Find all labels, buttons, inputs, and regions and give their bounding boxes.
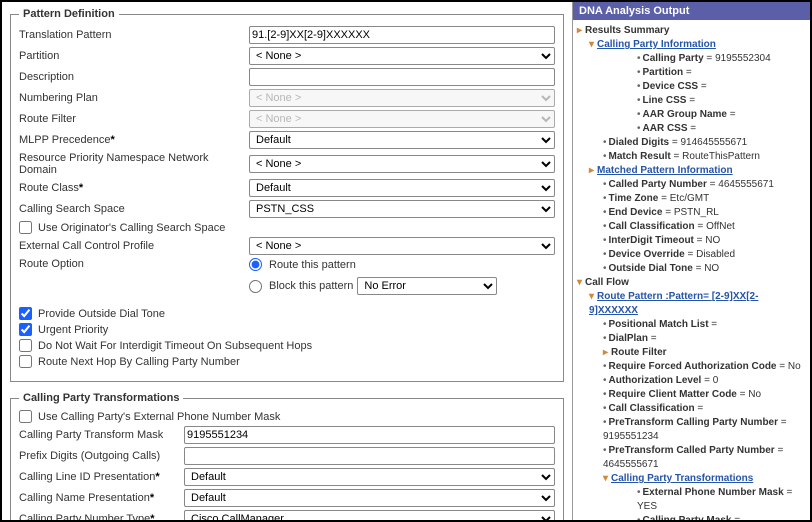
twisty-icon[interactable]: ▸: [603, 346, 611, 360]
matched-pattern-info-title[interactable]: Matched Pattern Information: [597, 165, 733, 176]
name-pres-label: Calling Name Presentation: [19, 492, 154, 504]
calling-party-transform-fieldset: Calling Party Transformations Use Callin…: [10, 392, 564, 520]
numbering-plan-select: < None >: [249, 89, 555, 107]
prefix-digits-label: Prefix Digits (Outgoing Calls): [19, 450, 184, 462]
twisty-icon[interactable]: ▾: [577, 276, 585, 290]
rpnd-select[interactable]: < None >: [249, 155, 555, 173]
route-class-select[interactable]: Default: [249, 179, 555, 197]
block-this-pattern-label: Block this pattern: [269, 280, 353, 292]
partition-select[interactable]: < None >: [249, 47, 555, 65]
description-input[interactable]: [249, 68, 555, 86]
calling-party-transform-legend: Calling Party Transformations: [19, 392, 183, 404]
name-pres-select[interactable]: Default: [184, 489, 555, 507]
cpt-sec-title[interactable]: Calling Party Transformations: [611, 473, 753, 484]
line-id-pres-label: Calling Line ID Presentation: [19, 471, 160, 483]
twisty-icon[interactable]: ▸: [577, 24, 585, 38]
block-this-pattern-radio[interactable]: [249, 280, 262, 293]
route-option-label: Route Option: [19, 258, 249, 270]
no-wait-interdigit-checkbox[interactable]: [19, 339, 32, 352]
translation-pattern-input[interactable]: [249, 26, 555, 44]
description-label: Description: [19, 71, 249, 83]
pattern-definition-legend: Pattern Definition: [19, 8, 119, 20]
call-flow-title: Call Flow: [585, 277, 629, 288]
number-type-label: Calling Party Number Type: [19, 513, 155, 520]
urgent-priority-label: Urgent Priority: [38, 324, 108, 336]
route-class-label: Route Class: [19, 182, 83, 194]
route-next-hop-label: Route Next Hop By Calling Party Number: [38, 356, 240, 368]
no-wait-interdigit-label: Do Not Wait For Interdigit Timeout On Su…: [38, 340, 312, 352]
provide-dial-tone-label: Provide Outside Dial Tone: [38, 308, 165, 320]
config-panel: Pattern Definition Translation Pattern P…: [2, 2, 572, 520]
dna-analysis-panel: DNA Analysis Output ▸Results Summary ▾Ca…: [572, 2, 810, 520]
route-this-pattern-label: Route this pattern: [269, 259, 356, 271]
twisty-icon[interactable]: ▾: [603, 472, 611, 486]
number-type-select[interactable]: Cisco CallManager: [184, 510, 555, 520]
pattern-definition-fieldset: Pattern Definition Translation Pattern P…: [10, 8, 564, 382]
use-orig-css-label: Use Originator's Calling Search Space: [38, 222, 225, 234]
use-orig-css-checkbox[interactable]: [19, 221, 32, 234]
twisty-icon[interactable]: ▾: [589, 290, 597, 304]
numbering-plan-label: Numbering Plan: [19, 92, 249, 104]
transform-mask-input[interactable]: [184, 426, 555, 444]
dna-body: ▸Results Summary ▾Calling Party Informat…: [573, 20, 810, 520]
route-filter-label: Route Filter: [19, 113, 249, 125]
results-summary-title: Results Summary: [585, 25, 669, 36]
css-select[interactable]: PSTN_CSS: [249, 200, 555, 218]
ext-call-ctrl-label: External Call Control Profile: [19, 240, 249, 252]
route-this-pattern-radio[interactable]: [249, 258, 262, 271]
partition-label: Partition: [19, 50, 249, 62]
use-ext-mask-checkbox[interactable]: [19, 410, 32, 423]
ext-call-ctrl-select[interactable]: < None >: [249, 237, 555, 255]
mlpp-select[interactable]: Default: [249, 131, 555, 149]
line-id-pres-select[interactable]: Default: [184, 468, 555, 486]
provide-dial-tone-checkbox[interactable]: [19, 307, 32, 320]
twisty-icon[interactable]: ▾: [589, 38, 597, 52]
prefix-digits-input[interactable]: [184, 447, 555, 465]
route-filter-select: < None >: [249, 110, 555, 128]
rpnd-label: Resource Priority Namespace Network Doma…: [19, 152, 249, 176]
mlpp-label: MLPP Precedence: [19, 134, 115, 146]
twisty-icon[interactable]: ▸: [589, 164, 597, 178]
calling-party-info-title[interactable]: Calling Party Information: [597, 39, 716, 50]
transform-mask-label: Calling Party Transform Mask: [19, 429, 184, 441]
urgent-priority-checkbox[interactable]: [19, 323, 32, 336]
route-next-hop-checkbox[interactable]: [19, 355, 32, 368]
css-label: Calling Search Space: [19, 203, 249, 215]
dna-header: DNA Analysis Output: [573, 2, 810, 20]
route-filter-sec-title: Route Filter: [611, 347, 667, 358]
use-ext-mask-label: Use Calling Party's External Phone Numbe…: [38, 411, 280, 423]
block-reason-select[interactable]: No Error: [357, 277, 497, 295]
route-pattern-title[interactable]: Route Pattern :Pattern= [2-9]XX[2-9]XXXX…: [589, 291, 758, 316]
translation-pattern-label: Translation Pattern: [19, 29, 249, 41]
